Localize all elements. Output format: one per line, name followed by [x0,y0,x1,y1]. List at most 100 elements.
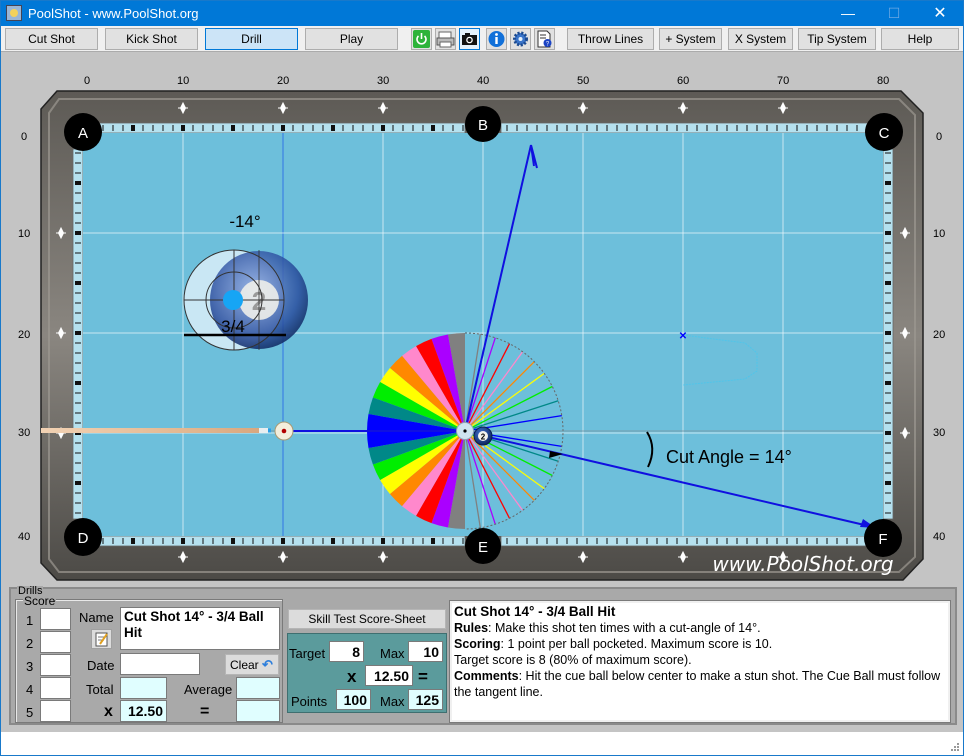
pocket-d[interactable]: D [64,518,102,556]
cushion-tick [381,125,385,131]
cushion-tick [726,538,728,544]
cushion-tick [231,125,235,131]
clear-button[interactable]: Clear ↶ [225,654,279,675]
cushion-tick [596,538,598,544]
cushion-tick [75,412,81,414]
ball-fraction-label: 3/4 [221,317,245,336]
help-document-button[interactable]: ? [534,28,555,50]
resize-grip-icon[interactable] [950,742,960,752]
edit-notepad-icon [95,632,108,647]
max-field[interactable]: 10 [408,641,443,662]
cushion-tick [885,212,891,214]
power-button[interactable] [411,28,432,50]
name-label: Name [79,610,114,625]
object-ball-number: 2 [481,433,486,442]
help-button[interactable]: Help [881,28,959,50]
cushion-tick [885,462,891,464]
pocket-c[interactable]: C [865,113,903,151]
cushion-tick [885,452,891,454]
cushion-tick [856,538,858,544]
close-button[interactable]: ✕ [917,1,963,26]
rules-text: : Make this shot ten times with a cut-an… [488,621,761,635]
cushion-tick [162,125,164,131]
pool-table-canvas[interactable]: 0 10 20 30 40 50 60 70 80 0 10 20 30 40 … [1,53,963,586]
cushion-tick [75,281,81,285]
print-button[interactable] [435,28,456,50]
cushion-tick [75,312,81,314]
multiplier-field[interactable]: 12.50 [120,700,167,722]
total-field[interactable] [120,677,167,699]
minimize-button[interactable]: — [825,1,871,26]
average-field[interactable] [236,677,280,699]
cushion-tick [526,538,528,544]
x-system-button[interactable]: X System [728,28,793,50]
cue-stick[interactable] [41,428,259,433]
pocket-a[interactable]: A [64,113,102,151]
score-input-3[interactable] [40,654,71,676]
info-button[interactable] [486,28,507,50]
cushion-tick [192,125,194,131]
cushion-tick [112,125,114,131]
cushion-tick [746,125,748,131]
cushion-tick [836,538,838,544]
cushion-tick [192,538,194,544]
cushion-tick [736,538,738,544]
cushion-tick [836,125,838,131]
cushion-tick [806,538,808,544]
cushion-tick [706,538,708,544]
target-field[interactable]: 8 [329,641,364,662]
cushion-tick [75,342,81,344]
cue-tip-position-dot[interactable] [223,290,243,310]
cut-shot-button[interactable]: Cut Shot [5,28,98,50]
kick-shot-button[interactable]: Kick Shot [105,28,198,50]
score-input-5[interactable] [40,700,71,722]
score-input-4[interactable] [40,677,71,699]
cushion-tick [312,125,314,131]
help-document-icon: ? [537,30,552,48]
score-sheet-multiplier-field[interactable]: 12.50 [365,665,413,686]
rules-label: Rules [454,621,489,635]
play-button[interactable]: Play [305,28,398,50]
points-field[interactable]: 100 [336,689,371,710]
plus-system-button[interactable]: + System [659,28,722,50]
drill-name-field[interactable]: Cut Shot 14° - 3/4 Ball Hit [120,607,280,650]
cushion-tick [292,538,294,544]
cue-ball-tip-marker [281,428,287,434]
cushion-tick [112,538,114,544]
skill-test-score-sheet-button[interactable]: Skill Test Score-Sheet [288,609,446,629]
score-row-number: 5 [26,705,34,720]
maximize-button[interactable]: ☐ [871,1,917,26]
score-input-2[interactable] [40,631,71,653]
cushion-tick [676,538,678,544]
cushion-tick [75,472,81,474]
screenshot-button[interactable] [459,28,480,50]
cue-tip [268,428,271,433]
cushion-tick [576,125,578,131]
settings-button[interactable] [510,28,531,50]
drill-button[interactable]: Drill [205,28,298,50]
score-input-1[interactable] [40,608,71,630]
pocket-b[interactable]: B [465,106,501,142]
cushion-tick [885,242,891,244]
cushion-tick [75,172,81,174]
cushion-tick [75,402,81,404]
edit-name-button[interactable] [91,629,112,649]
cushion-tick [431,538,435,544]
date-field[interactable] [120,653,200,675]
cushion-tick [536,538,538,544]
cushion-tick [75,262,81,264]
points-max-field[interactable]: 125 [408,689,443,710]
pocket-e[interactable]: E [465,528,501,564]
max-label: Max [380,646,405,661]
cushion-tick [846,125,848,131]
cushion-tick [726,125,728,131]
cushion-tick [452,538,454,544]
cushion-tick [172,538,174,544]
tip-system-button[interactable]: Tip System [798,28,876,50]
cushion-tick [576,538,578,544]
score-group-label: Score [23,594,57,608]
throw-lines-button[interactable]: Throw Lines [567,28,654,50]
result-field[interactable] [236,700,280,722]
pool-table[interactable]: ✕ 2 -14° 3/4 Cut Angle = 14° 2 A B C D E… [1,53,963,586]
cushion-tick [666,125,668,131]
